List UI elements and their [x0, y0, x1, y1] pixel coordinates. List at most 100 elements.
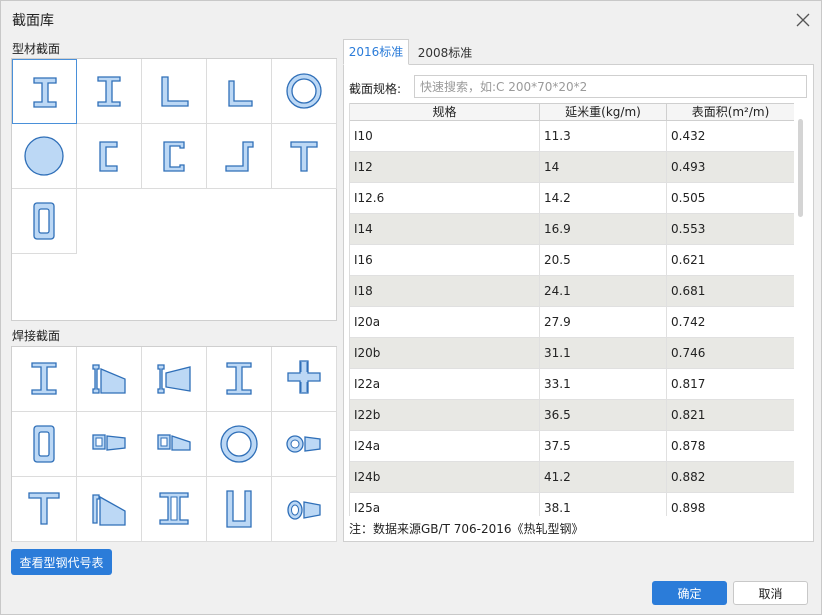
- welded-section-grid: [11, 346, 337, 542]
- section-cell-tapered-t-section[interactable]: [77, 477, 142, 542]
- cell-area: 0.878: [667, 431, 794, 462]
- cell-weight: 20.5: [540, 245, 667, 276]
- cell-area: 0.681: [667, 276, 794, 307]
- cell-area: 0.882: [667, 462, 794, 493]
- section-cell-welded-circle-tube[interactable]: [207, 412, 272, 477]
- section-cell-tapered-round[interactable]: [272, 477, 337, 542]
- cell-spec: I18: [350, 276, 540, 307]
- section-cell-i-beam[interactable]: [12, 59, 77, 124]
- cell-area: 0.432: [667, 121, 794, 152]
- z-section-icon: [225, 141, 254, 172]
- table-row[interactable]: I16 20.5 0.621: [350, 245, 794, 276]
- table-row[interactable]: I10 11.3 0.432: [350, 121, 794, 152]
- bracket-channel-icon: [99, 141, 118, 172]
- round-bar-icon: [24, 136, 64, 176]
- view-steel-codes-button[interactable]: 查看型钢代号表: [11, 549, 112, 575]
- cell-spec: I16: [350, 245, 540, 276]
- table-row[interactable]: I20b 31.1 0.746: [350, 338, 794, 369]
- cell-spec: I24b: [350, 462, 540, 493]
- profile-section-label: 型材截面: [12, 42, 61, 56]
- section-cell-unequal-angle[interactable]: [142, 59, 207, 124]
- section-cell-tapered-box[interactable]: [77, 412, 142, 477]
- welded-box-icon: [33, 425, 55, 463]
- section-cell-channel[interactable]: [142, 124, 207, 189]
- scrollbar-thumb[interactable]: [798, 119, 803, 217]
- unequal-angle-icon: [161, 76, 189, 107]
- cell-spec: I12.6: [350, 183, 540, 214]
- column-header-area[interactable]: 表面积(m²/m): [667, 104, 794, 121]
- section-library-dialog: 截面库 型材截面 焊接截面 查看型钢代号表 2016标准 2008标准 截面规格…: [0, 0, 822, 615]
- cell-area: 0.817: [667, 369, 794, 400]
- table-row[interactable]: I24a 37.5 0.878: [350, 431, 794, 462]
- data-source-note: 注：数据来源GB/T 706-2016《热轧型钢》: [349, 522, 584, 536]
- tapered-t-section-icon: [92, 494, 126, 526]
- section-cell-bracket-channel[interactable]: [77, 124, 142, 189]
- ok-button[interactable]: 确定: [652, 581, 727, 605]
- section-cell-tapered-i-beam[interactable]: [77, 347, 142, 412]
- cell-area: 0.505: [667, 183, 794, 214]
- section-cell-t-section[interactable]: [272, 124, 337, 189]
- table-row[interactable]: I25a 38.1 0.898: [350, 493, 794, 516]
- tapered-i-beam-reverse-icon: [157, 364, 191, 394]
- table-row[interactable]: I22a 33.1 0.817: [350, 369, 794, 400]
- cell-spec: I14: [350, 214, 540, 245]
- section-cell-welded-box[interactable]: [12, 412, 77, 477]
- section-cell-tapered-i-beam-reverse[interactable]: [142, 347, 207, 412]
- section-cell-h-beam[interactable]: [77, 59, 142, 124]
- cell-weight: 27.9: [540, 307, 667, 338]
- section-cell-rect-tube[interactable]: [12, 189, 77, 254]
- table-scrollbar[interactable]: [796, 115, 806, 515]
- tapered-box-reverse-icon: [157, 434, 191, 451]
- double-channel-icon: [159, 492, 189, 525]
- table-row[interactable]: I22b 36.5 0.821: [350, 400, 794, 431]
- tab-2016-standard[interactable]: 2016标准: [343, 39, 409, 65]
- search-input[interactable]: [414, 75, 807, 98]
- cell-spec: I20b: [350, 338, 540, 369]
- table-row[interactable]: I20a 27.9 0.742: [350, 307, 794, 338]
- cell-spec: I22b: [350, 400, 540, 431]
- u-channel-icon: [226, 490, 252, 528]
- cell-weight: 41.2: [540, 462, 667, 493]
- cell-area: 0.821: [667, 400, 794, 431]
- section-cell-equal-angle[interactable]: [207, 59, 272, 124]
- column-header-spec[interactable]: 规格: [350, 104, 540, 121]
- table-row[interactable]: I18 24.1 0.681: [350, 276, 794, 307]
- section-cell-round-tube[interactable]: [272, 59, 337, 124]
- tab-2008-standard[interactable]: 2008标准: [411, 41, 479, 67]
- section-cell-z-section[interactable]: [207, 124, 272, 189]
- t-section-icon: [290, 141, 318, 172]
- cell-weight: 33.1: [540, 369, 667, 400]
- cell-weight: 14.2: [540, 183, 667, 214]
- cell-area: 0.898: [667, 493, 794, 516]
- search-label: 截面规格:: [349, 82, 402, 96]
- table-row[interactable]: I12.6 14.2 0.505: [350, 183, 794, 214]
- section-table: 规格 延米重(kg/m) 表面积(m²/m) I10 11.3 0.432 I12 14…: [349, 103, 794, 516]
- section-cell-welded-t-section[interactable]: [12, 477, 77, 542]
- table-row[interactable]: I12 14 0.493: [350, 152, 794, 183]
- section-cell-welded-i-beam[interactable]: [12, 347, 77, 412]
- column-header-weight[interactable]: 延米重(kg/m): [540, 104, 667, 121]
- dialog-title: 截面库: [12, 13, 54, 29]
- section-cell-double-channel[interactable]: [142, 477, 207, 542]
- cancel-button[interactable]: 取消: [733, 581, 808, 605]
- section-cell-cross-section[interactable]: [272, 347, 337, 412]
- welded-circle-tube-icon: [220, 425, 258, 463]
- welded-i-beam-icon: [31, 362, 57, 395]
- cell-weight: 31.1: [540, 338, 667, 369]
- cross-section-icon: [287, 360, 321, 394]
- welded-t-section-icon: [28, 492, 60, 525]
- tapered-box-icon: [92, 434, 126, 451]
- table-row[interactable]: I14 16.9 0.553: [350, 214, 794, 245]
- i-beam-icon: [32, 76, 57, 108]
- close-icon[interactable]: [796, 13, 810, 27]
- section-cell-tapered-circle[interactable]: [272, 412, 337, 477]
- section-cell-u-channel[interactable]: [207, 477, 272, 542]
- section-cell-tapered-box-reverse[interactable]: [142, 412, 207, 477]
- table-row[interactable]: I24b 41.2 0.882: [350, 462, 794, 493]
- section-cell-welded-h-beam[interactable]: [207, 347, 272, 412]
- section-cell-round-bar[interactable]: [12, 124, 77, 189]
- tapered-circle-icon: [286, 435, 321, 453]
- cell-spec: I12: [350, 152, 540, 183]
- cell-spec: I20a: [350, 307, 540, 338]
- round-tube-icon: [286, 73, 322, 109]
